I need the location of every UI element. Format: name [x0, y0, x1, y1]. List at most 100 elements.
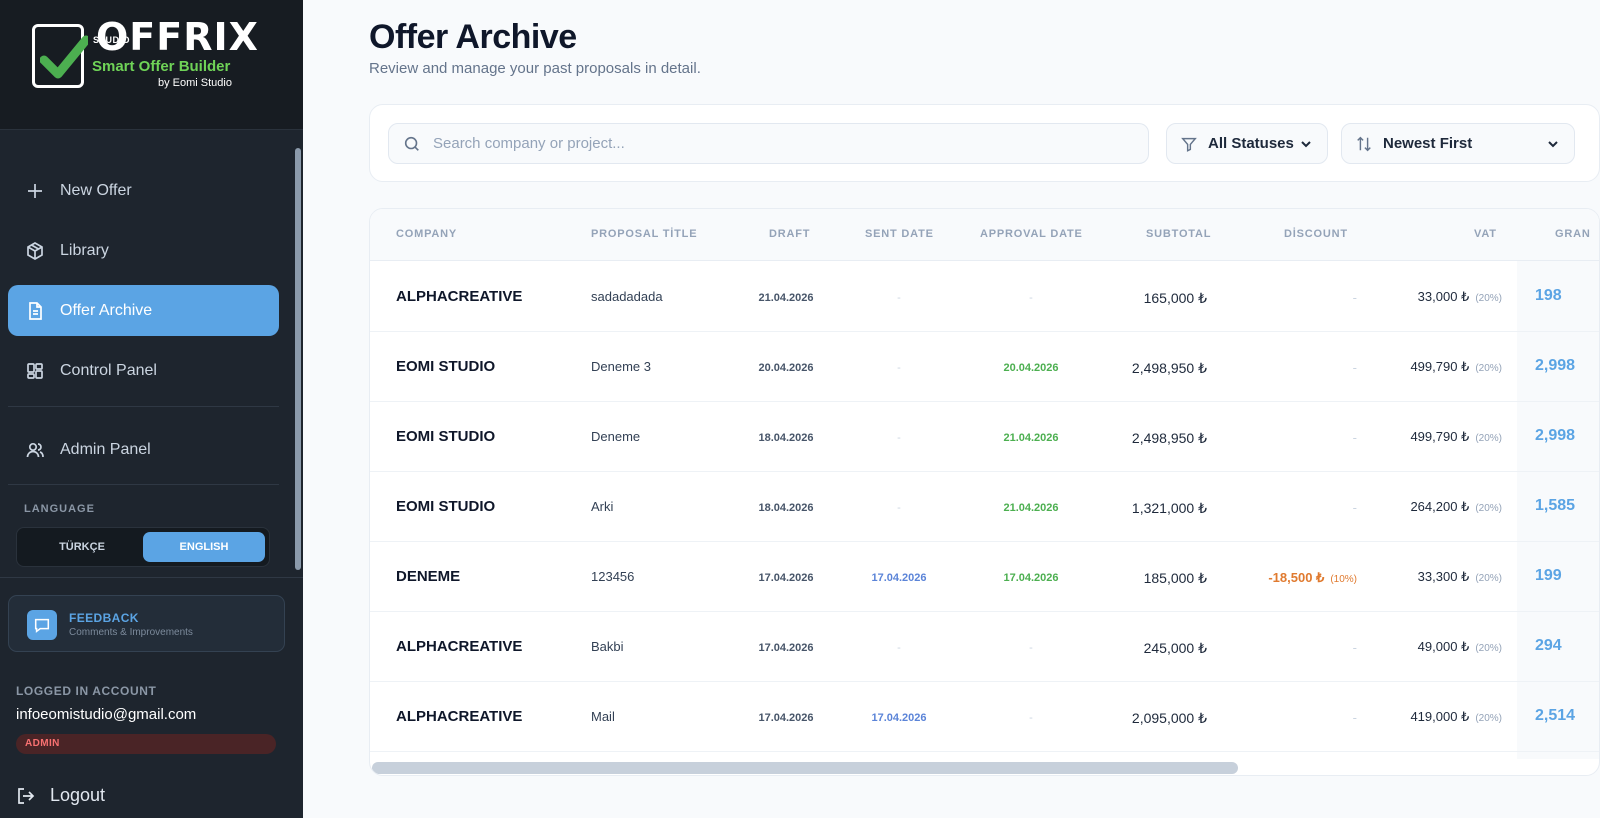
chat-icon	[27, 610, 57, 640]
proposal-title-cell: Deneme	[591, 429, 641, 444]
vat-cell: 33,000 ₺ (20%)	[1418, 289, 1502, 305]
page-subtitle: Review and manage your past proposals in…	[369, 60, 701, 77]
column-header-vat[interactable]: VAT	[1474, 228, 1497, 240]
column-header-draft[interactable]: DRAFT	[769, 228, 810, 240]
vat-value: 49,000 ₺	[1417, 639, 1470, 654]
table-row[interactable]: ALPHACREATIVE Mail 17.04.2026 17.04.2026 - 2,…	[370, 681, 1599, 752]
table-row[interactable]: EOMI STUDIO Deneme 3 20.04.2026 - 20.04.2026…	[370, 331, 1599, 402]
sort-value: Newest First	[1383, 135, 1473, 152]
column-header-company[interactable]: COMPANY	[396, 228, 457, 240]
subtotal-cell: 2,498,950 ₺	[1131, 360, 1207, 376]
draft-date-cell: 21.04.2026	[758, 292, 814, 304]
logo-check-icon	[40, 35, 88, 79]
discount-cell: -	[1353, 640, 1357, 655]
search-box	[388, 123, 1149, 164]
company-cell: ALPHACREATIVE	[396, 708, 523, 725]
column-header-approval-date[interactable]: APPROVAL DATE	[980, 228, 1083, 240]
company-cell: EOMI STUDIO	[396, 358, 496, 375]
discount-cell: -	[1353, 290, 1357, 305]
discount-cell: -18,500 ₺ (10%)	[1268, 570, 1357, 586]
table-row[interactable]: EOMI STUDIO Arki 18.04.2026 - 21.04.2026 1,32…	[370, 471, 1599, 542]
approval-date-cell: 17.04.2026	[1003, 572, 1059, 584]
column-header-proposal-title[interactable]: PROPOSAL TİTLE	[591, 228, 697, 240]
scrollbar-thumb[interactable]	[372, 762, 1238, 774]
sidebar-scrollbar[interactable]	[295, 148, 301, 570]
approval-date-cell: 21.04.2026	[1003, 432, 1059, 444]
sent-date-cell: -	[897, 362, 901, 374]
approval-date-cell: -	[1029, 292, 1033, 304]
column-header-subtotal[interactable]: SUBTOTAL	[1146, 228, 1211, 240]
subtotal-cell: 2,498,950 ₺	[1131, 430, 1207, 446]
vat-value: 264,200 ₺	[1410, 499, 1470, 514]
role-badge: ADMIN	[16, 734, 276, 754]
vat-percent: (20%)	[1475, 573, 1502, 584]
approval-date-cell: 20.04.2026	[1003, 362, 1059, 374]
status-filter-select[interactable]: All Statuses	[1166, 123, 1328, 164]
vat-percent: (20%)	[1475, 433, 1502, 444]
discount-value: -	[1352, 430, 1357, 445]
column-header-sent-date[interactable]: SENT DATE	[865, 228, 934, 240]
vat-value: 33,300 ₺	[1417, 569, 1470, 584]
feedback-title: FEEDBACK	[69, 611, 139, 625]
table-row[interactable]: ALPHACREATIVE sadadadada 21.04.2026 - - 165,0…	[370, 261, 1599, 332]
approval-date-cell: 21.04.2026	[1003, 502, 1059, 514]
vat-percent: (20%)	[1475, 713, 1502, 724]
discount-percent: (10%)	[1330, 574, 1357, 585]
proposal-title-cell: Mail	[591, 709, 615, 724]
language-option-turkish[interactable]: TÜRKÇE	[21, 532, 143, 562]
grid-icon	[25, 361, 45, 381]
company-cell: ALPHACREATIVE	[396, 638, 523, 655]
company-cell: EOMI STUDIO	[396, 498, 496, 515]
discount-value: -	[1352, 500, 1357, 515]
search-input[interactable]	[433, 124, 1133, 163]
proposal-title-cell: Arki	[591, 499, 614, 514]
subtotal-cell: 2,095,000 ₺	[1131, 710, 1207, 726]
vat-value: 499,790 ₺	[1410, 429, 1470, 444]
users-icon	[25, 440, 45, 460]
sent-date-cell: 17.04.2026	[871, 572, 927, 584]
sidebar-item-label: Control Panel	[60, 361, 157, 379]
grand-total-cell: 2,998	[1535, 427, 1576, 444]
column-header-grand-total[interactable]: GRAN	[1555, 228, 1591, 240]
grand-total-cell: 2,998	[1535, 357, 1576, 374]
subtotal-cell: 245,000 ₺	[1143, 640, 1207, 656]
logout-button[interactable]: Logout	[16, 785, 105, 806]
table-row[interactable]: ALPHACREATIVE Bakbi 17.04.2026 - - 245,000 ₺ -…	[370, 611, 1599, 682]
vat-percent: (20%)	[1475, 503, 1502, 514]
logo[interactable]: OFFRIX STUDIO Smart Offer Builder by Eom…	[0, 0, 303, 130]
discount-value: -	[1352, 290, 1357, 305]
sidebar-item-new-offer[interactable]: New Offer	[8, 165, 279, 216]
vat-value: 499,790 ₺	[1410, 359, 1470, 374]
filter-bar: All Statuses Newest First	[369, 104, 1600, 182]
sort-select[interactable]: Newest First	[1341, 123, 1575, 164]
vat-percent: (20%)	[1475, 293, 1502, 304]
sent-date-cell: 17.04.2026	[871, 712, 927, 724]
box-icon	[25, 241, 45, 261]
feedback-button[interactable]: FEEDBACK Comments & Improvements	[8, 595, 285, 652]
vat-value: 419,000 ₺	[1410, 709, 1470, 724]
column-header-discount[interactable]: DİSCOUNT	[1284, 228, 1348, 240]
sent-date-cell: -	[897, 292, 901, 304]
sidebar-item-offer-archive[interactable]: Offer Archive	[8, 285, 279, 336]
vat-cell: 499,790 ₺ (20%)	[1410, 359, 1502, 375]
table-horizontal-scrollbar[interactable]	[370, 759, 1599, 775]
draft-date-cell: 17.04.2026	[758, 642, 814, 654]
subtotal-cell: 1,321,000 ₺	[1131, 500, 1207, 516]
sent-date-cell: -	[897, 642, 901, 654]
sidebar-item-control-panel[interactable]: Control Panel	[8, 345, 279, 396]
grand-total-cell: 199	[1535, 567, 1562, 584]
sidebar-item-library[interactable]: Library	[8, 225, 279, 276]
discount-value: -	[1352, 710, 1357, 725]
chevron-down-icon	[1546, 137, 1560, 151]
table-row[interactable]: DENEME 123456 17.04.2026 17.04.2026 17.04.20…	[370, 541, 1599, 612]
draft-date-cell: 17.04.2026	[758, 572, 814, 584]
table-row[interactable]: EOMI STUDIO Deneme 18.04.2026 - 21.04.2026 2,…	[370, 401, 1599, 472]
language-option-english[interactable]: ENGLISH	[143, 532, 265, 562]
sidebar-item-admin-panel[interactable]: Admin Panel	[8, 424, 279, 475]
vat-cell: 419,000 ₺ (20%)	[1410, 709, 1502, 725]
discount-value: -	[1352, 640, 1357, 655]
discount-cell: -	[1353, 500, 1357, 515]
discount-value: -	[1352, 360, 1357, 375]
vat-percent: (20%)	[1475, 363, 1502, 374]
approval-date-cell: -	[1029, 712, 1033, 724]
